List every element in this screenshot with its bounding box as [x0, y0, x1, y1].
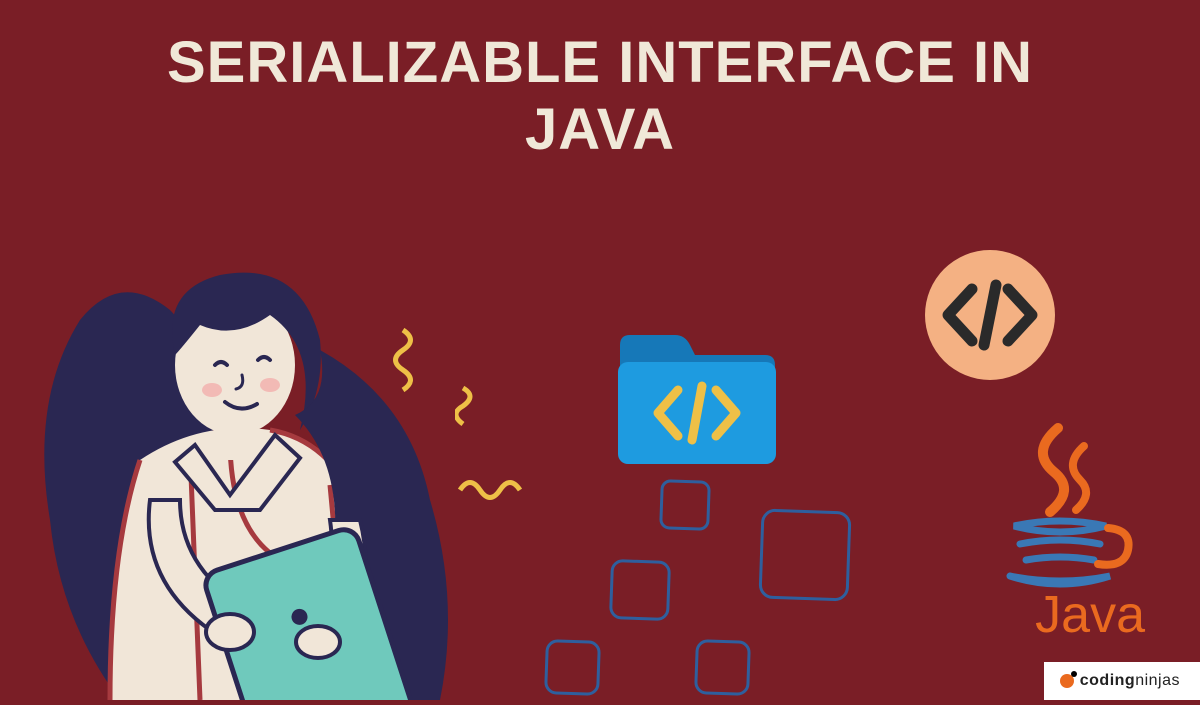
decorative-square: [758, 508, 851, 601]
decorative-square: [544, 639, 601, 696]
brand-name: codingninjas: [1080, 672, 1180, 690]
decorative-square: [659, 479, 711, 531]
code-folder-icon: [610, 330, 780, 470]
brand-logo-icon: [1060, 674, 1074, 688]
squiggle-icon: [455, 475, 525, 505]
brand-bold: coding: [1080, 672, 1135, 689]
java-label: Java: [1035, 585, 1145, 645]
code-brackets-icon: [920, 245, 1060, 385]
squiggle-icon: [393, 325, 433, 395]
decorative-square: [609, 559, 671, 621]
decorative-square: [694, 639, 751, 696]
watermark-badge: codingninjas: [1044, 662, 1200, 700]
woman-with-tablet-illustration: [20, 200, 460, 700]
brand-light: ninjas: [1135, 672, 1180, 689]
squiggle-icon: [455, 383, 491, 433]
page-title: SERIALIZABLE INTERFACE IN JAVA: [150, 30, 1050, 163]
